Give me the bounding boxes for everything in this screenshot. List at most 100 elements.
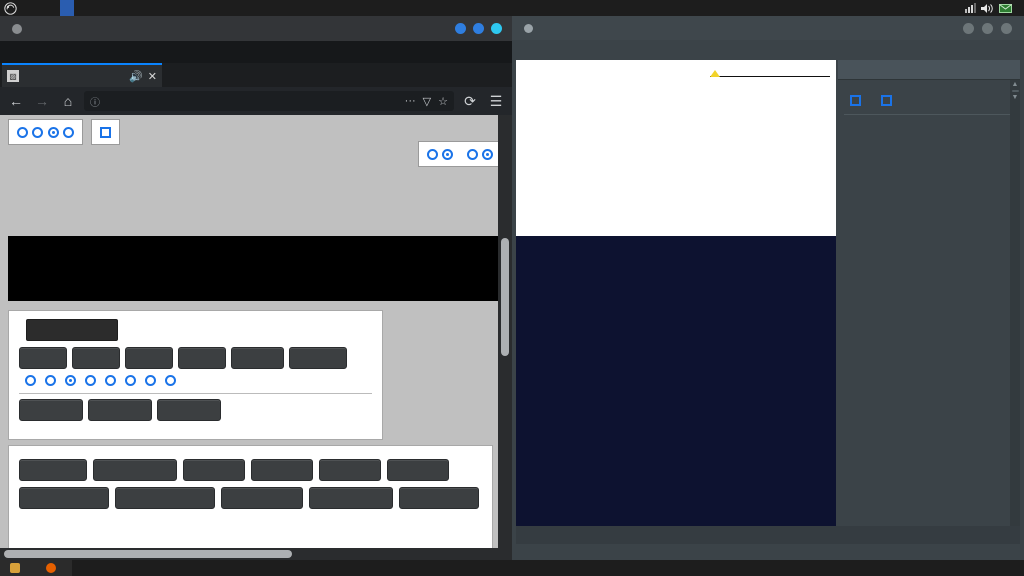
firefox-titlebar bbox=[0, 16, 512, 41]
narrower-button[interactable] bbox=[19, 487, 109, 509]
audio-hp-filter-checkbox[interactable] bbox=[881, 94, 892, 106]
speaker-playing-icon[interactable]: 🔊 bbox=[129, 70, 143, 83]
fft-video-section-title bbox=[838, 119, 1020, 129]
menu-applications[interactable] bbox=[18, 0, 32, 16]
band-radio-20m[interactable] bbox=[145, 375, 156, 386]
am-button[interactable] bbox=[319, 459, 381, 481]
waterfall-radio-html5[interactable] bbox=[442, 149, 454, 160]
band-radio-vlf[interactable] bbox=[25, 375, 36, 386]
arrow-right-icon[interactable]: → bbox=[32, 93, 52, 109]
step-minus1-button[interactable] bbox=[125, 347, 173, 369]
band-radio-40m[interactable] bbox=[85, 375, 96, 386]
close-button[interactable] bbox=[1001, 22, 1012, 34]
wider-button[interactable] bbox=[19, 459, 87, 481]
minimize-button[interactable] bbox=[963, 22, 974, 34]
bookmark-star-icon[interactable]: ☆ bbox=[438, 95, 448, 108]
reload-icon[interactable]: ⟳ bbox=[460, 93, 480, 110]
firefox-menubar bbox=[0, 41, 512, 63]
view-radio-others-slow[interactable] bbox=[32, 127, 44, 138]
view-radio-one-band[interactable] bbox=[47, 127, 59, 138]
window-menu-icon[interactable] bbox=[12, 23, 22, 34]
waterfall-sound-controls bbox=[417, 141, 502, 167]
band-radio-2m[interactable] bbox=[165, 375, 176, 386]
band-radio-160m[interactable] bbox=[45, 375, 56, 386]
page-vertical-scroll-thumb[interactable] bbox=[501, 238, 509, 356]
info-circle-icon[interactable]: ⓘ bbox=[90, 94, 100, 109]
step-minus3-button[interactable] bbox=[19, 347, 67, 369]
menu-system[interactable] bbox=[46, 0, 60, 16]
maximize-button[interactable] bbox=[473, 23, 484, 34]
bandwidth-row-2 bbox=[19, 487, 482, 509]
close-icon[interactable]: ✕ bbox=[148, 70, 157, 83]
panel-scroll-thumb[interactable] bbox=[1011, 90, 1019, 92]
page-actions-icon[interactable]: ··· bbox=[405, 95, 416, 107]
page-horizontal-scrollbar[interactable] bbox=[0, 548, 498, 560]
firefox-tabbar: ▨ 🔊 ✕ bbox=[0, 63, 512, 87]
sound-radio-java[interactable] bbox=[466, 149, 478, 160]
envelope-icon[interactable] bbox=[999, 3, 1012, 13]
usb-nrw-button[interactable] bbox=[309, 487, 393, 509]
erase-button[interactable] bbox=[88, 399, 152, 421]
workspace-desktop-1[interactable] bbox=[60, 0, 74, 16]
sdr-body: ▲ ▼ bbox=[512, 60, 1024, 548]
step-plus2-button[interactable] bbox=[231, 347, 284, 369]
stop-button[interactable] bbox=[838, 60, 1020, 80]
url-bar[interactable]: ⓘ ··· ▽ ☆ bbox=[84, 91, 454, 111]
band-radio-25m[interactable] bbox=[125, 375, 136, 386]
taskbar-item-sdr[interactable] bbox=[0, 560, 36, 576]
minimize-button[interactable] bbox=[455, 23, 466, 34]
window-menu-icon[interactable] bbox=[524, 23, 533, 33]
bandwidth-row-1 bbox=[19, 459, 482, 481]
firefox-window: ▨ 🔊 ✕ ← → ⌂ ⓘ ··· ▽ ☆ ⟳ ☰ bbox=[0, 16, 512, 560]
browser-tab[interactable]: ▨ 🔊 ✕ bbox=[2, 63, 162, 87]
workspace-desktop-2[interactable] bbox=[74, 0, 88, 16]
page-vertical-scrollbar[interactable] bbox=[498, 115, 512, 560]
scroll-up-arrow-icon[interactable]: ▲ bbox=[1012, 80, 1019, 89]
mem-checkbox[interactable] bbox=[850, 94, 861, 106]
step-plus1-button[interactable] bbox=[178, 347, 226, 369]
websdr-waterfall-canvas[interactable] bbox=[8, 171, 498, 236]
close-button[interactable] bbox=[491, 23, 502, 34]
scroll-down-arrow-icon[interactable]: ▼ bbox=[1012, 93, 1019, 102]
spectrum-chart[interactable] bbox=[516, 108, 836, 236]
taskbar-item-firefox[interactable] bbox=[36, 560, 72, 576]
sdr-display-area bbox=[516, 60, 836, 538]
sdr-menubar bbox=[512, 40, 1024, 60]
band-radio-80m[interactable] bbox=[65, 375, 76, 386]
recall-button[interactable] bbox=[19, 399, 83, 421]
menu-places[interactable] bbox=[32, 0, 46, 16]
panel-vertical-scrollbar[interactable]: ▲ ▼ bbox=[1010, 80, 1020, 538]
sound-radio-html5[interactable] bbox=[482, 149, 493, 160]
speaker-icon[interactable] bbox=[981, 3, 994, 14]
home-icon[interactable]: ⌂ bbox=[58, 93, 78, 109]
hamburger-icon[interactable]: ☰ bbox=[486, 93, 506, 110]
usb-button[interactable] bbox=[251, 459, 313, 481]
maximize-button[interactable] bbox=[982, 22, 993, 34]
fm-button[interactable] bbox=[387, 459, 449, 481]
pocket-icon[interactable]: ▽ bbox=[423, 95, 431, 108]
spectrum-canvas bbox=[516, 108, 836, 236]
websdr-frequency-scale[interactable] bbox=[8, 236, 498, 301]
page-horizontal-scroll-thumb[interactable] bbox=[4, 550, 292, 558]
cw-narrow-button[interactable] bbox=[115, 487, 215, 509]
gnome-logo-icon[interactable] bbox=[4, 1, 17, 15]
receiver-section-title bbox=[838, 80, 1020, 90]
cw-wide-button[interactable] bbox=[93, 459, 177, 481]
store-button[interactable] bbox=[157, 399, 221, 421]
am-nrw-button[interactable] bbox=[399, 487, 479, 509]
panel-divider bbox=[19, 393, 372, 394]
lsb-button[interactable] bbox=[183, 459, 245, 481]
lsb-nrw-button[interactable] bbox=[221, 487, 303, 509]
arrow-left-icon[interactable]: ← bbox=[6, 93, 26, 109]
step-minus2-button[interactable] bbox=[72, 347, 120, 369]
frequency-input[interactable] bbox=[26, 319, 118, 341]
signal-bars-icon[interactable] bbox=[965, 3, 976, 13]
band-radio-30m[interactable] bbox=[105, 375, 116, 386]
view-radio-all-bands[interactable] bbox=[17, 127, 28, 138]
allow-keyboard-checkbox[interactable] bbox=[100, 127, 112, 138]
firefox-icon bbox=[46, 563, 56, 573]
waterfall-radio-java[interactable] bbox=[426, 149, 438, 160]
step-plus3-button[interactable] bbox=[289, 347, 347, 369]
view-radio-blind[interactable] bbox=[63, 127, 75, 138]
sdr-waterfall-canvas[interactable] bbox=[516, 236, 836, 538]
